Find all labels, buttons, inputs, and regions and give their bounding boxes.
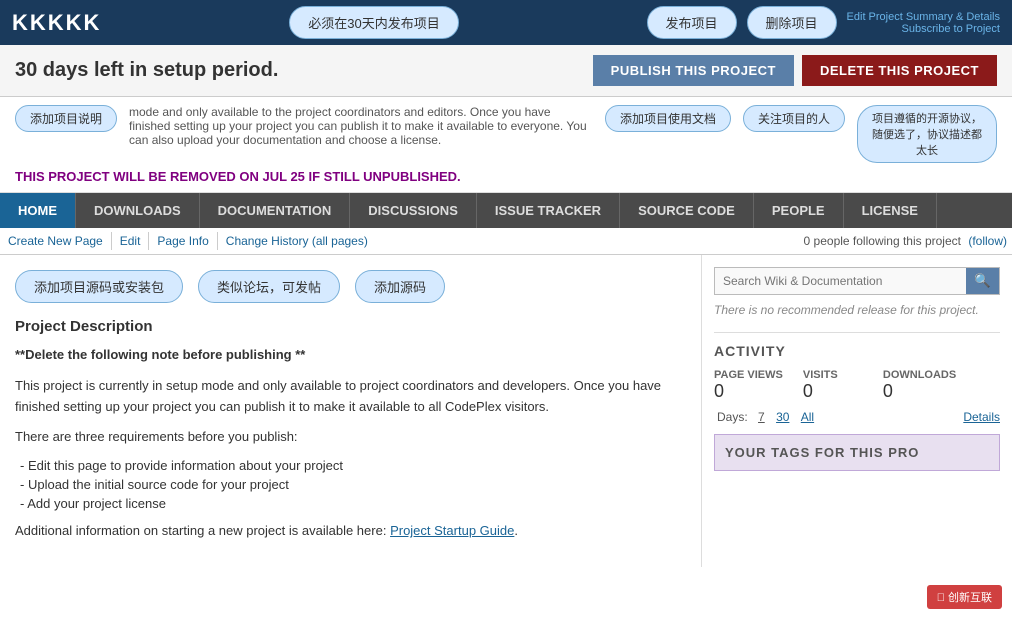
bubble-must-publish: 必须在30天内发布项目 (289, 6, 458, 39)
nav-tabs: HOME DOWNLOADS DOCUMENTATION DISCUSSIONS… (0, 193, 1012, 228)
content-para3: Additional information on starting a new… (15, 521, 686, 542)
bubble-add-desc: 添加项目说明 (15, 105, 117, 132)
tags-section: YOUR TAGS FOR THIS PRO (714, 434, 1000, 471)
create-new-page-link[interactable]: Create New Page (0, 232, 112, 250)
search-button[interactable]: 🔍 (966, 268, 999, 294)
tab-license[interactable]: LICENSE (844, 193, 937, 228)
tab-people[interactable]: PEOPLE (754, 193, 844, 228)
search-input[interactable] (715, 268, 966, 294)
startup-guide-link[interactable]: Project Startup Guide (390, 523, 514, 538)
project-desc-title: Project Description (15, 318, 686, 335)
list-item-1: Edit this page to provide information ab… (20, 458, 686, 473)
content-list: Edit this page to provide information ab… (20, 458, 686, 511)
page-views-value: 0 (714, 381, 783, 402)
days-7-link[interactable]: 7 (758, 410, 765, 424)
bubble-forum: 类似论坛，可发帖 (198, 270, 340, 303)
days-30-link[interactable]: 30 (776, 410, 789, 424)
subscribe-link[interactable]: Subscribe to Project (902, 23, 1000, 35)
banner-text: 30 days left in setup period. (15, 59, 278, 82)
site-logo[interactable]: KKKKK (12, 10, 101, 36)
tab-documentation[interactable]: DOCUMENTATION (200, 193, 351, 228)
info-text: mode and only available to the project c… (129, 105, 593, 147)
content-para1: This project is currently in setup mode … (15, 376, 686, 418)
watermark-logo:  创新互联 (937, 592, 992, 604)
days-all-link[interactable]: All (801, 410, 814, 424)
bubble-add-doc: 添加项目使用文档 (605, 105, 731, 132)
list-item-3: Add your project license (20, 496, 686, 511)
tab-home[interactable]: HOME (0, 193, 76, 228)
visits-value: 0 (803, 381, 863, 402)
details-link[interactable]: Details (963, 410, 1000, 424)
list-item-2: Upload the initial source code for your … (20, 477, 686, 492)
bubble-add-followers: 关注项目的人 (743, 105, 845, 132)
watermark:  创新互联 (927, 585, 1002, 609)
tab-discussions[interactable]: DISCUSSIONS (350, 193, 477, 228)
tab-issue-tracker[interactable]: ISSUE TRACKER (477, 193, 620, 228)
page-info-link[interactable]: Page Info (149, 232, 217, 250)
follow-bar: 0 people following this project (follow) (804, 234, 1012, 248)
downloads-value: 0 (883, 381, 956, 402)
follow-link[interactable]: (follow) (968, 234, 1007, 248)
warning-text: THIS PROJECT WILL BE REMOVED ON JUL 25 I… (15, 169, 997, 184)
tab-source-code[interactable]: SOURCE CODE (620, 193, 754, 228)
bubble-publish-project: 发布项目 (647, 6, 737, 39)
publish-button[interactable]: PUBLISH THIS PROJECT (593, 55, 794, 86)
bubble-add-source: 添加项目源码或安装包 (15, 270, 183, 303)
change-history-link[interactable]: Change History (all pages) (218, 232, 376, 250)
bubble-delete-project: 删除项目 (747, 6, 837, 39)
tags-title: YOUR TAGS FOR THIS PRO (725, 445, 989, 460)
visits-label: VISITS (803, 369, 863, 381)
activity-title: ACTIVITY (714, 343, 1000, 359)
no-release-text: There is no recommended release for this… (714, 303, 1000, 317)
edit-link[interactable]: Edit (112, 232, 150, 250)
page-views-label: PAGE VIEWS (714, 369, 783, 381)
tab-downloads[interactable]: DOWNLOADS (76, 193, 200, 228)
downloads-label: DOWNLOADS (883, 369, 956, 381)
search-box: 🔍 (714, 267, 1000, 295)
bubble-add-code: 添加源码 (355, 270, 445, 303)
content-para2: There are three requirements before you … (15, 427, 686, 448)
days-label: Days: (717, 410, 748, 424)
note-title: **Delete the following note before publi… (15, 345, 686, 366)
edit-project-link[interactable]: Edit Project Summary & Details (847, 11, 1000, 23)
follow-count: 0 people following this project (804, 234, 961, 248)
bubble-add-license: 项目遵循的开源协议，随便选了，协议描述都太长 (857, 105, 997, 163)
delete-button[interactable]: DELETE THIS PROJECT (802, 55, 997, 86)
